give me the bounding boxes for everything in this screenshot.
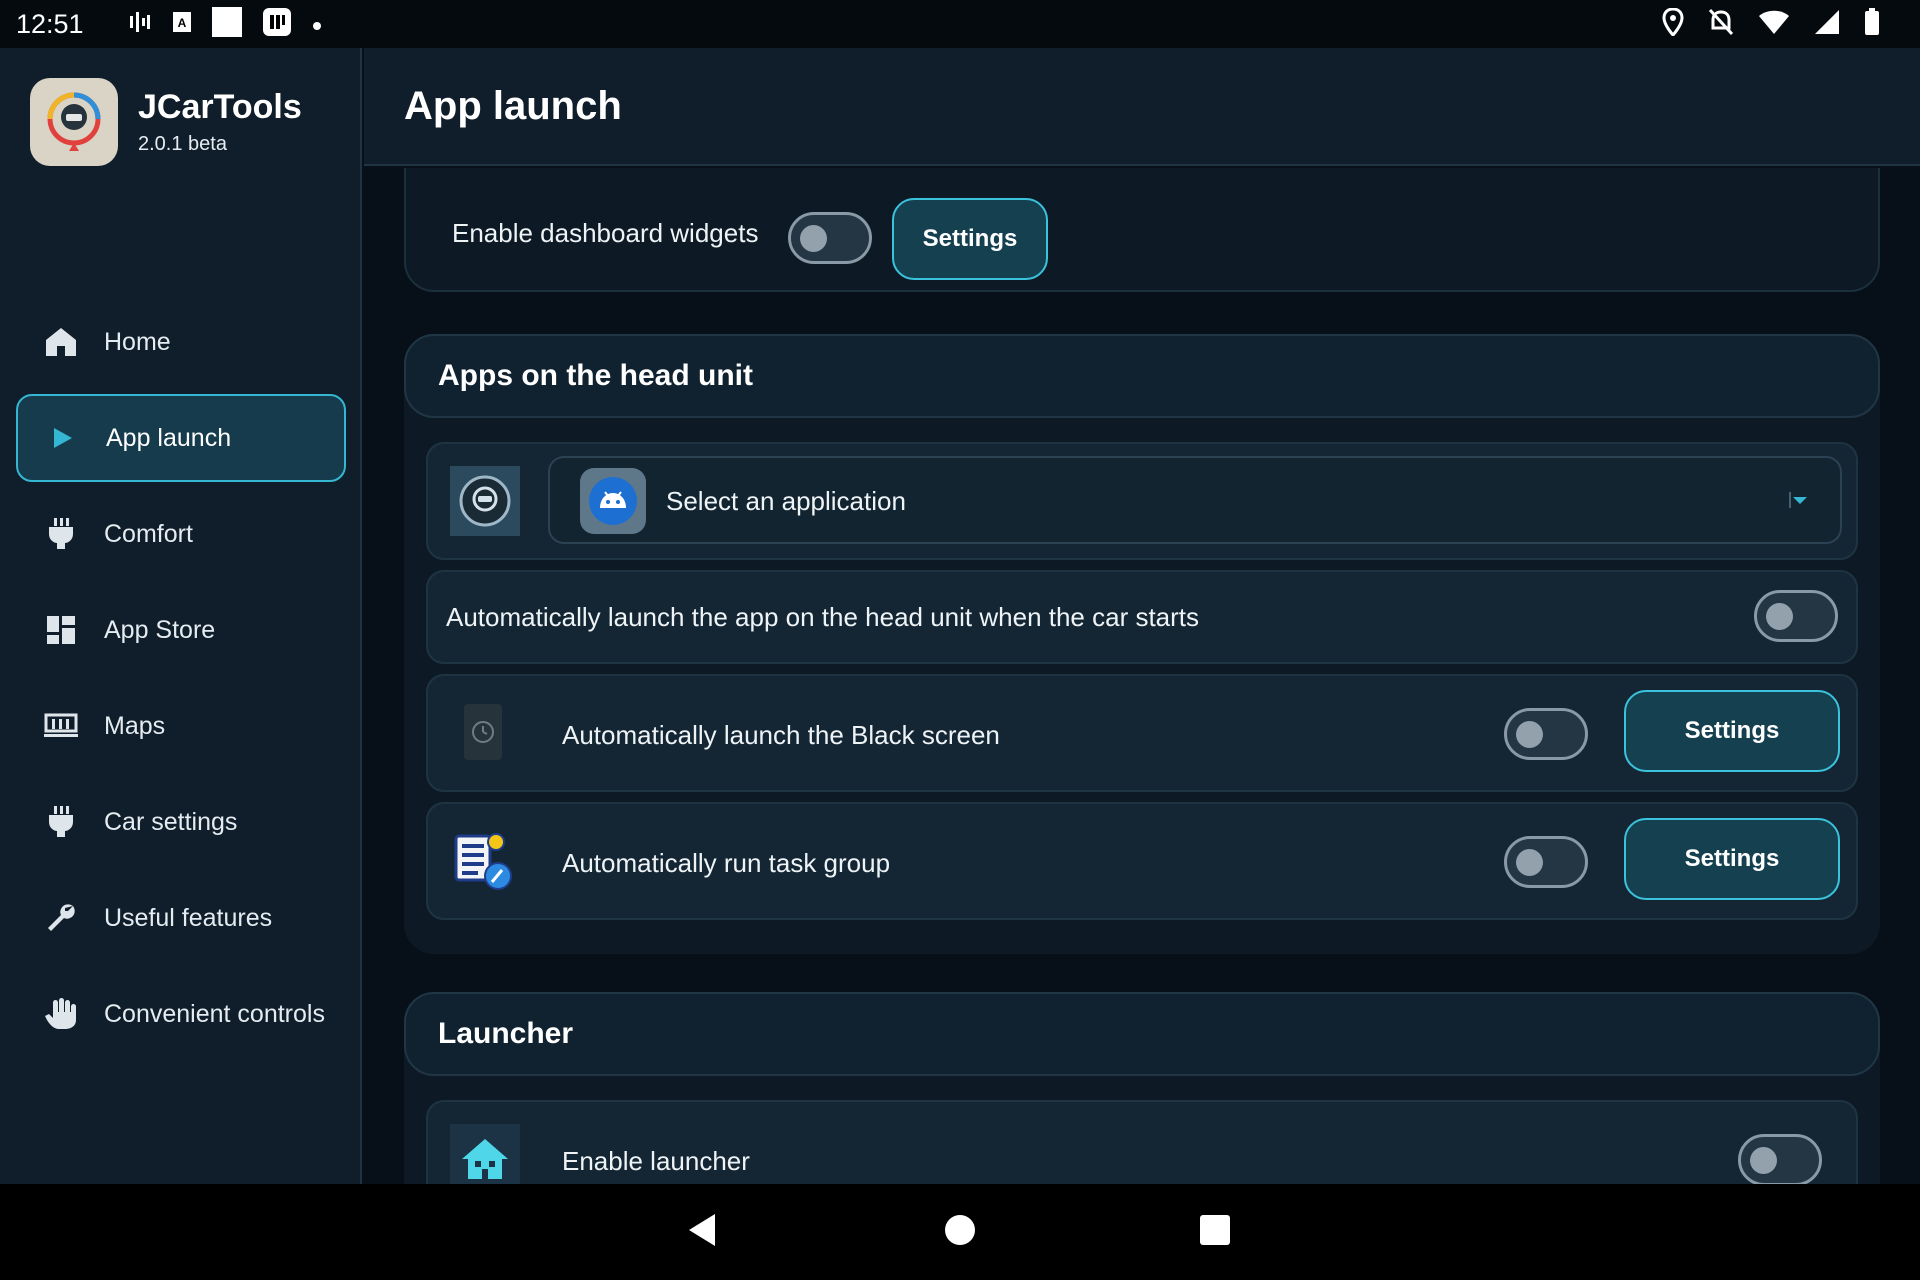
sidebar-item-maps[interactable]: Maps xyxy=(16,682,346,770)
sidebar-item-label: Comfort xyxy=(104,519,193,548)
enable-launcher-row: Enable launcher xyxy=(426,1100,1858,1184)
dashboard-widgets-label: Enable dashboard widgets xyxy=(452,218,759,248)
sidebar-item-car-settings[interactable]: Car settings xyxy=(16,778,346,866)
plug-icon xyxy=(44,805,78,839)
launcher-home-icon xyxy=(450,1124,520,1184)
head-unit-apps-card: Apps on the head unit Select an applicat… xyxy=(404,334,1880,954)
auto-launch-toggle[interactable] xyxy=(1754,590,1838,642)
head-unit-apps-title: Apps on the head unit xyxy=(404,334,1880,418)
app-logo xyxy=(30,78,118,166)
sidebar-item-app-launch[interactable]: App launch xyxy=(16,394,346,482)
wrench-icon xyxy=(44,901,78,935)
application-dropdown-value: Select an application xyxy=(666,486,906,516)
application-dropdown[interactable]: Select an application xyxy=(548,456,1842,544)
sidebar-item-label: Car settings xyxy=(104,807,238,836)
status-bar: 12:51 A xyxy=(0,0,1920,48)
enable-launcher-toggle[interactable] xyxy=(1738,1134,1822,1184)
home-icon xyxy=(44,325,78,359)
task-group-label: Automatically run task group xyxy=(562,848,891,878)
black-screen-toggle[interactable] xyxy=(1504,708,1588,760)
system-navigation-bar xyxy=(0,1184,1920,1280)
task-group-row: Automatically run task group Settings xyxy=(426,802,1858,920)
task-list-icon xyxy=(452,830,514,897)
dashboard-widgets-card: Enable dashboard widgets Settings xyxy=(404,168,1880,292)
sidebar-item-label: Convenient controls xyxy=(104,999,325,1028)
black-screen-settings-button[interactable]: Settings xyxy=(1624,690,1840,772)
sidebar-item-app-store[interactable]: App Store xyxy=(16,586,346,674)
task-group-settings-button[interactable]: Settings xyxy=(1624,818,1840,900)
launcher-card: Launcher Enable launcher xyxy=(404,992,1880,1184)
keyboard-a-icon: A xyxy=(172,11,192,38)
sidebar-item-label: App launch xyxy=(106,423,232,452)
sidebar-item-convenient-controls[interactable]: Convenient controls xyxy=(16,970,346,1058)
auto-launch-label: Automatically launch the app on the head… xyxy=(446,602,1200,632)
sidebar-item-useful-features[interactable]: Useful features xyxy=(16,874,346,962)
dot-icon xyxy=(312,12,322,36)
sidebar-nav: Home App launch Comfort App Store Maps C… xyxy=(16,298,346,1066)
location-icon xyxy=(1662,6,1684,41)
chevron-down-icon xyxy=(1788,490,1810,515)
recents-button[interactable] xyxy=(1175,1184,1255,1280)
battery-icon xyxy=(1864,7,1880,41)
dashboard-widgets-toggle[interactable] xyxy=(788,212,872,264)
black-screen-icon xyxy=(464,704,502,760)
sidebar-item-label: App Store xyxy=(104,615,216,644)
plug-icon xyxy=(44,517,78,551)
recents-icon xyxy=(1200,1214,1230,1250)
dashboard-widgets-settings-button[interactable]: Settings xyxy=(892,198,1048,280)
square-notification-icon xyxy=(211,6,242,42)
clock: 12:51 xyxy=(16,8,84,39)
selected-app-thumbnail xyxy=(450,466,520,536)
back-icon xyxy=(687,1213,717,1252)
auto-launch-row: Automatically launch the app on the head… xyxy=(426,570,1858,664)
black-screen-label: Automatically launch the Black screen xyxy=(562,720,1000,750)
sidebar-item-home[interactable]: Home xyxy=(16,298,346,386)
black-screen-row: Automatically launch the Black screen Se… xyxy=(426,674,1858,792)
sidebar-item-label: Home xyxy=(104,327,171,356)
home-button[interactable] xyxy=(920,1184,1000,1280)
launcher-title: Launcher xyxy=(404,992,1880,1076)
back-button[interactable] xyxy=(662,1184,742,1280)
enable-launcher-label: Enable launcher xyxy=(562,1146,750,1176)
app-version: 2.0.1 beta xyxy=(138,133,227,155)
sidebar-item-label: Useful features xyxy=(104,903,273,932)
app-select-row: Select an application xyxy=(426,442,1858,560)
play-icon xyxy=(46,421,80,455)
page-header: App launch xyxy=(364,48,1920,166)
svg-text:A: A xyxy=(177,16,186,30)
map-icon xyxy=(44,709,78,743)
app-brand: JCarTools 2.0.1 beta xyxy=(30,78,302,166)
app-name: JCarTools xyxy=(138,88,302,126)
hand-icon xyxy=(44,997,78,1031)
wifi-icon xyxy=(1758,9,1790,40)
page-title: App launch xyxy=(404,84,622,128)
sidebar-item-label: Maps xyxy=(104,711,166,740)
sidebar-item-comfort[interactable]: Comfort xyxy=(16,490,346,578)
android-icon xyxy=(580,468,646,534)
app-notification-icon xyxy=(262,7,292,42)
notifications-off-icon xyxy=(1708,8,1734,41)
sidebar: JCarTools 2.0.1 beta Home App launch Com… xyxy=(0,48,362,1184)
dashboard-icon xyxy=(44,613,78,647)
home-circle-icon xyxy=(944,1214,976,1251)
equalizer-icon xyxy=(128,10,152,39)
main-content[interactable]: Enable dashboard widgets Settings Apps o… xyxy=(364,168,1920,1184)
signal-icon xyxy=(1814,9,1840,40)
task-group-toggle[interactable] xyxy=(1504,836,1588,888)
